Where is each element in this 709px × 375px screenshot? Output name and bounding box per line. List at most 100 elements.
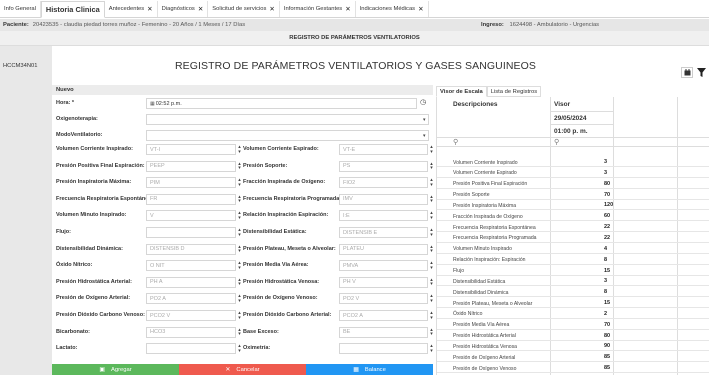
number-input[interactable]	[339, 343, 428, 355]
tab-5[interactable]: Información Gestantes ✕	[280, 1, 356, 17]
number-input[interactable]: BE	[339, 326, 428, 338]
clock-icon[interactable]: ◷	[420, 98, 426, 106]
filter-icon	[696, 68, 706, 77]
number-input[interactable]: PEEP	[146, 160, 236, 172]
spinner-icon[interactable]: ▲ ▼	[429, 277, 434, 288]
save-icon: ▣	[99, 367, 106, 373]
spinner-icon[interactable]: ▲ ▼	[237, 277, 242, 288]
number-input[interactable]: IMV	[339, 193, 428, 205]
spinner-icon[interactable]: ▲ ▼	[237, 260, 242, 271]
spinner-icon[interactable]: ▲ ▼	[237, 211, 242, 221]
number-input[interactable]: VT-E	[339, 144, 428, 155]
number-input[interactable]	[146, 227, 236, 238]
hora-input[interactable]: ▦ 02:52 p.m.	[146, 98, 417, 109]
tab-4[interactable]: Solicitud de servicios ✕	[208, 1, 280, 17]
spinner-icon[interactable]: ▲ ▼	[429, 343, 434, 354]
oxigenoterapia-select[interactable]	[146, 114, 429, 125]
tab-label: Información Gestantes	[283, 6, 343, 12]
close-icon[interactable]: ✕	[198, 5, 203, 13]
table-row: Volumen Corriente Inspirado 3	[437, 158, 709, 167]
spinner-icon[interactable]: ▲ ▼	[237, 310, 242, 321]
spinner-icon[interactable]: ▲ ▼	[237, 144, 242, 155]
number-input[interactable]: PH A	[146, 276, 236, 288]
spinner-icon[interactable]: ▲ ▼	[237, 194, 242, 205]
spinner-icon[interactable]: ▲ ▼	[429, 161, 434, 172]
number-input[interactable]: PIM	[146, 177, 236, 189]
number-input[interactable]: PCO2 A	[339, 310, 428, 321]
filter-button[interactable]	[695, 67, 707, 78]
input-placeholder: VT-I	[150, 146, 161, 153]
number-input[interactable]: FR	[146, 193, 236, 205]
spinner-icon[interactable]: ▲ ▼	[429, 194, 434, 205]
close-icon[interactable]: ✕	[147, 5, 152, 13]
top-tab-bar: Info General Historia Clinica Antecedentes…	[0, 0, 709, 18]
table-row: Volumen Corriente Espirado 3	[437, 169, 709, 178]
spinner-icon[interactable]: ▲ ▼	[237, 327, 242, 338]
spinner-icon[interactable]: ▲ ▼	[429, 227, 434, 238]
table-row: Frecuencia Respiratoria Espontánea 22	[437, 223, 709, 233]
tab-label: Indicaciones Médicas	[359, 6, 416, 12]
agregar-button[interactable]: ▣ Agregar	[52, 364, 179, 375]
table-row: Presión Hidrostática Arterial 80	[437, 332, 709, 341]
input-placeholder: FR	[150, 196, 158, 203]
search-icon[interactable]: ⚲	[453, 138, 458, 146]
spinner-icon[interactable]: ▲ ▼	[429, 144, 434, 155]
calendar-button[interactable]	[681, 67, 693, 78]
modo-ventilatorio-select[interactable]	[146, 130, 429, 141]
number-input[interactable]: PO2 V	[339, 293, 428, 305]
tab-lista-registros[interactable]: Lista de Registros	[486, 86, 542, 97]
tab-0[interactable]: Info General	[0, 1, 41, 17]
spinner-icon[interactable]: ▲ ▼	[237, 227, 242, 238]
tab-1[interactable]: Historia Clinica	[40, 1, 105, 18]
input-placeholder: VT-E	[343, 146, 356, 153]
spinner-icon[interactable]: ▲ ▼	[429, 244, 434, 255]
spinner-icon[interactable]: ▲ ▼	[429, 260, 434, 271]
row-description: Volumen Minuto Inspirado	[453, 246, 512, 253]
field-label: Volumen Minuto Inspirado:	[56, 212, 127, 219]
close-icon[interactable]: ✕	[269, 5, 274, 13]
tab-6[interactable]: Indicaciones Médicas ✕	[356, 1, 429, 17]
number-input[interactable]: O NIT	[146, 260, 236, 272]
spinner-icon[interactable]: ▲ ▼	[237, 161, 242, 172]
balance-button[interactable]: ▦ Balance	[306, 364, 433, 375]
spinner-icon[interactable]: ▲ ▼	[429, 294, 434, 304]
spinner-icon[interactable]: ▲ ▼	[237, 177, 242, 188]
tab-2[interactable]: Antecedentes ✕	[105, 1, 158, 17]
spinner-icon[interactable]: ▲ ▼	[429, 310, 434, 321]
input-placeholder: PCO2 A	[343, 312, 363, 319]
number-input[interactable]: PS	[339, 160, 428, 172]
number-input[interactable]: PH V	[339, 276, 428, 288]
tab-visor-escala[interactable]: Visor de Escala	[436, 86, 487, 97]
number-input[interactable]: PLATEU	[339, 243, 428, 255]
number-input[interactable]: DISTENSIB D	[146, 243, 236, 255]
spinner-icon[interactable]: ▲ ▼	[429, 211, 434, 221]
spinner-icon[interactable]: ▲ ▼	[429, 327, 434, 338]
tab-3[interactable]: Diagnósticos ✕	[158, 1, 209, 17]
search-icon[interactable]: ⚲	[554, 138, 559, 146]
number-input[interactable]: PO2 A	[146, 293, 236, 305]
close-icon: ✕	[225, 367, 231, 373]
number-input[interactable]: PCO2 V	[146, 310, 236, 321]
spinner-icon[interactable]: ▲ ▼	[429, 177, 434, 188]
tab-label: Info General	[4, 6, 36, 12]
number-input[interactable]: PMVA	[339, 260, 428, 272]
number-input[interactable]	[146, 343, 236, 355]
number-input[interactable]: FIO2	[339, 177, 428, 189]
spinner-icon[interactable]: ▲ ▼	[237, 244, 242, 255]
number-input[interactable]: I:E	[339, 210, 428, 222]
number-input[interactable]: VT-I	[146, 144, 236, 155]
ingreso-label: Ingreso:	[481, 22, 504, 28]
field-label: Óxido Nítrico:	[56, 262, 93, 269]
close-icon[interactable]: ✕	[418, 5, 423, 13]
number-input[interactable]: HCO3	[146, 326, 236, 338]
row-value: 15	[604, 267, 611, 274]
close-icon[interactable]: ✕	[345, 5, 350, 13]
number-input[interactable]: DISTENSIB E	[339, 227, 428, 238]
number-input[interactable]: V	[146, 210, 236, 222]
cancelar-label: Cancelar	[236, 366, 260, 373]
input-placeholder: FIO2	[343, 179, 356, 186]
cancelar-button[interactable]: ✕ Cancelar	[179, 364, 306, 375]
spinner-icon[interactable]: ▲ ▼	[237, 294, 242, 304]
spinner-icon[interactable]: ▲ ▼	[237, 343, 242, 354]
input-placeholder: IMV	[343, 196, 353, 203]
